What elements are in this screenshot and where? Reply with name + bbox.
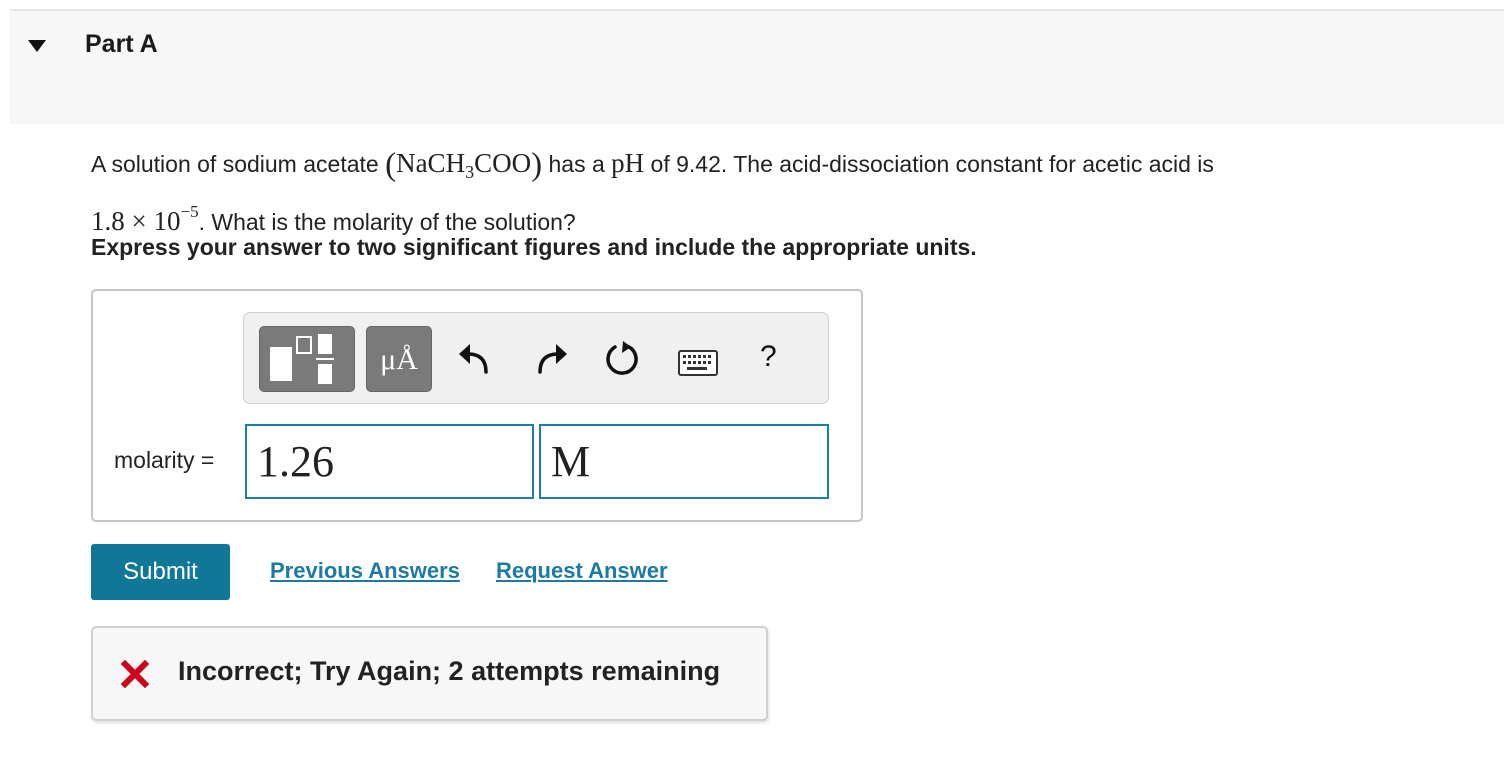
request-answer-link[interactable]: Request Answer (496, 558, 668, 584)
answer-instruction: Express your answer to two significant f… (91, 234, 977, 260)
question-text-1: A solution of sodium acetate (91, 151, 386, 177)
formula-main: NaCH (396, 148, 466, 178)
submit-button[interactable]: Submit (91, 544, 230, 600)
feedback-message: Incorrect; Try Again; 2 attempts remaini… (178, 656, 721, 686)
reset-icon[interactable] (603, 340, 641, 378)
collapse-caret-icon[interactable] (28, 40, 46, 52)
question-text-2: has a (542, 151, 612, 177)
formula-open-paren: ( (385, 147, 397, 183)
keyboard-icon[interactable] (678, 350, 718, 376)
ka-exponent: −5 (180, 202, 199, 221)
incorrect-x-icon (120, 659, 150, 689)
part-title: Part A (85, 30, 158, 58)
question-text: A solution of sodium acetate (NaCH3COO) … (91, 143, 1451, 242)
previous-answers-link[interactable]: Previous Answers (270, 558, 460, 584)
units-button[interactable]: μÅ (366, 326, 432, 392)
undo-icon[interactable] (456, 340, 490, 376)
question-text-4: . What is the molarity of the solution? (198, 209, 576, 235)
help-button[interactable]: ? (760, 340, 777, 374)
formula-tail: COO (474, 148, 532, 178)
formula-close-paren: ) (531, 147, 543, 183)
templates-button[interactable] (259, 326, 355, 392)
units-input[interactable]: M (539, 424, 829, 499)
part-header[interactable] (10, 11, 1504, 124)
redo-icon[interactable] (536, 340, 570, 376)
formula-subscript: 3 (465, 162, 475, 182)
molarity-label: molarity = (114, 447, 215, 473)
question-text-3: of 9.42. The acid-dissociation constant … (644, 151, 1214, 177)
value-input[interactable]: 1.26 (245, 424, 534, 499)
ka-mantissa: 1.8 × 10 (91, 206, 181, 236)
ph-symbol: pH (611, 148, 645, 178)
templates-icon (270, 334, 334, 384)
